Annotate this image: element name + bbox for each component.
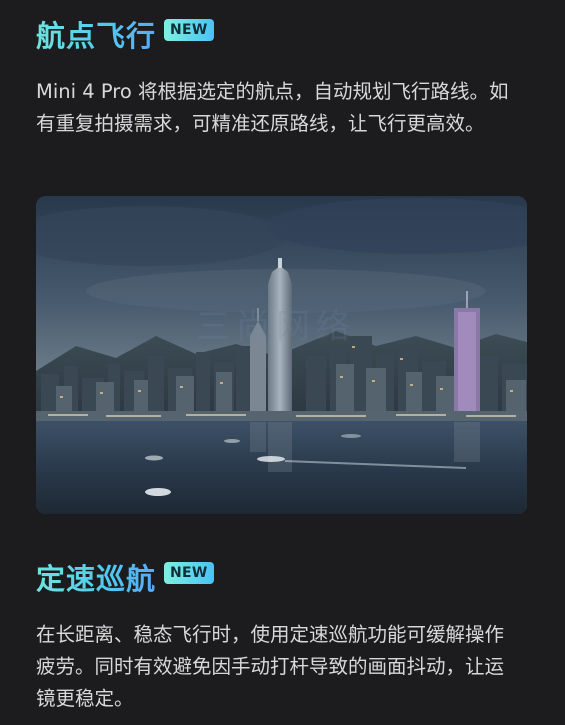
cruise-description: 在长距离、稳态飞行时，使用定速巡航功能可缓解操作疲劳。同时有效避免因手动打杆导致… bbox=[36, 623, 505, 710]
cruise-section: 定速巡航 NEW 在长距离、稳态飞行时，使用定速巡航功能可缓解操作疲劳。同时有效… bbox=[36, 557, 529, 715]
cruise-title: 定速巡航 bbox=[36, 557, 156, 601]
waypoint-section: 航点飞行 NEW Mini 4 Pro 将根据选定的航点，自动规划飞行路线。如有… bbox=[36, 14, 529, 140]
waypoint-title: 航点飞行 bbox=[36, 14, 156, 58]
waypoint-description: Mini 4 Pro 将根据选定的航点，自动规划飞行路线。如有重复拍摄需求，可精… bbox=[36, 80, 509, 135]
new-badge: NEW bbox=[164, 19, 214, 41]
cruise-title-row: 定速巡航 NEW bbox=[36, 557, 529, 601]
svg-text:三尚网络: 三尚网络 bbox=[196, 307, 356, 347]
new-badge: NEW bbox=[164, 562, 214, 584]
city-skyline-photo: 三尚网络 bbox=[36, 196, 527, 514]
waypoint-title-row: 航点飞行 NEW bbox=[36, 14, 529, 58]
